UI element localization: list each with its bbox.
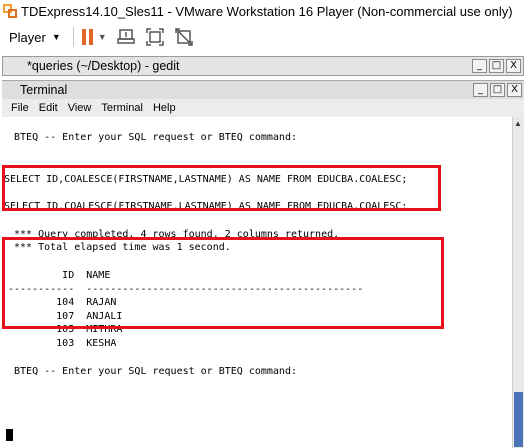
toolbar-divider: [72, 27, 74, 47]
gedit-window-bar[interactable]: *queries (~/Desktop) - gedit _ □ X: [2, 56, 524, 76]
minimize-button[interactable]: _: [473, 83, 488, 97]
unity-mode-icon[interactable]: [174, 28, 193, 46]
vmware-logo-icon: [3, 4, 17, 18]
menu-help[interactable]: Help: [153, 102, 176, 114]
terminal-menubar: File Edit View Terminal Help: [2, 99, 524, 117]
vmware-toolbar: Player ▼ ▼: [0, 22, 528, 52]
chevron-down-icon: ▼: [51, 32, 61, 42]
minimize-button[interactable]: _: [472, 59, 487, 73]
terminal-scrollbar[interactable]: ▲: [512, 117, 524, 448]
player-menu-button[interactable]: Player ▼: [9, 30, 61, 45]
fullscreen-icon[interactable]: [145, 28, 164, 46]
maximize-button[interactable]: □: [490, 83, 505, 97]
menu-view[interactable]: View: [68, 102, 92, 114]
send-ctrl-alt-del-icon[interactable]: [116, 28, 135, 46]
menu-file[interactable]: File: [11, 102, 29, 114]
terminal-line: BTEQ -- Enter your SQL request or BTEQ c…: [8, 366, 297, 377]
maximize-button[interactable]: □: [489, 59, 504, 73]
scroll-up-arrow-icon[interactable]: ▲: [514, 119, 522, 128]
gedit-window-title: *queries (~/Desktop) - gedit: [27, 59, 180, 73]
vmware-title-bar: TDExpress14.10_Sles11 - VMware Workstati…: [0, 0, 528, 22]
terminal-cursor: [6, 429, 13, 441]
terminal-line: 103 KESHA: [8, 338, 117, 349]
terminal-output[interactable]: BTEQ -- Enter your SQL request or BTEQ c…: [2, 117, 512, 448]
highlight-box-query: [2, 165, 441, 211]
vmware-window-title: TDExpress14.10_Sles11 - VMware Workstati…: [21, 3, 513, 19]
pause-dropdown-icon[interactable]: ▼: [98, 32, 107, 42]
menu-edit[interactable]: Edit: [39, 102, 58, 114]
menu-terminal[interactable]: Terminal: [101, 102, 143, 114]
close-button[interactable]: X: [506, 59, 521, 73]
highlight-box-results: [2, 237, 444, 329]
pause-button[interactable]: [81, 29, 96, 45]
scroll-thumb[interactable]: [514, 392, 523, 447]
terminal-window-title: Terminal: [20, 83, 68, 97]
player-menu-label: Player: [9, 29, 46, 45]
terminal-window-bar[interactable]: Terminal _ □ X: [2, 80, 524, 99]
close-button[interactable]: X: [507, 83, 522, 97]
terminal-line: BTEQ -- Enter your SQL request or BTEQ c…: [8, 132, 297, 143]
